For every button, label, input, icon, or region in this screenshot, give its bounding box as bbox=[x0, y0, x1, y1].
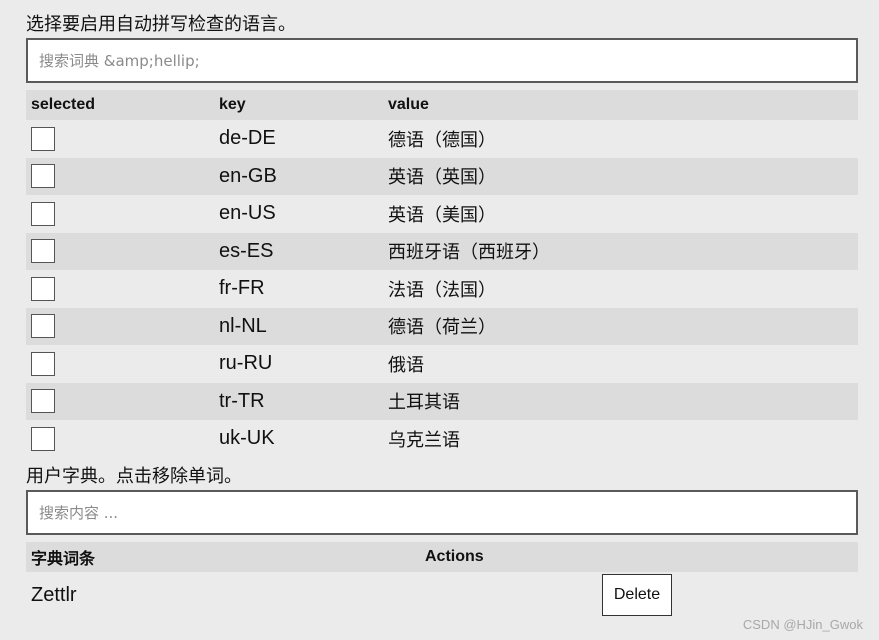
delete-button[interactable]: Delete bbox=[602, 574, 672, 616]
key-cell: fr-FR bbox=[219, 277, 265, 300]
actions-cell: Delete bbox=[420, 572, 858, 618]
dictionary-search-input[interactable] bbox=[28, 492, 856, 533]
languages-section-label: 选择要启用自动拼写检查的语言。 bbox=[26, 14, 296, 35]
table-row: ru-RU 俄语 bbox=[26, 345, 858, 383]
table-row: uk-UK 乌克兰语 bbox=[26, 420, 858, 458]
selected-cell bbox=[26, 345, 214, 383]
column-header-actions[interactable]: Actions bbox=[420, 542, 858, 572]
dictionary-table-header: 字典词条 Actions bbox=[26, 542, 858, 572]
dictionary-section-label: 用户字典。点击移除单词。 bbox=[26, 466, 242, 487]
language-checkbox[interactable] bbox=[31, 276, 55, 301]
table-row: Zettlr Delete bbox=[26, 572, 858, 618]
table-row: en-GB 英语（英国） bbox=[26, 157, 858, 195]
value-cell: 法语（法国） bbox=[388, 279, 496, 301]
key-cell: en-US bbox=[219, 202, 276, 225]
language-checkbox[interactable] bbox=[31, 201, 55, 226]
selected-cell bbox=[26, 232, 214, 270]
value-cell: 德语（德国） bbox=[388, 129, 496, 151]
language-checkbox[interactable] bbox=[31, 239, 55, 264]
selected-cell bbox=[26, 120, 214, 158]
table-row: en-US 英语（美国） bbox=[26, 195, 858, 233]
table-row: tr-TR 土耳其语 bbox=[26, 382, 858, 420]
value-cell: 英语（美国） bbox=[388, 204, 496, 226]
value-cell: 西班牙语（西班牙） bbox=[383, 232, 858, 270]
key-cell: es-ES bbox=[214, 232, 383, 270]
selected-cell bbox=[26, 270, 214, 308]
languages-table-header: selected key value bbox=[26, 90, 858, 120]
value-cell: 德语（荷兰） bbox=[383, 307, 858, 345]
language-search-box bbox=[26, 38, 858, 83]
selected-cell bbox=[26, 195, 214, 233]
language-checkbox[interactable] bbox=[31, 126, 55, 151]
language-checkbox[interactable] bbox=[31, 351, 55, 376]
key-cell: en-GB bbox=[214, 157, 383, 195]
selected-cell bbox=[26, 382, 214, 420]
column-header-key[interactable]: key bbox=[214, 90, 383, 120]
language-checkbox[interactable] bbox=[31, 389, 55, 414]
languages-table: selected key value de-DE 德语（德国） en-GB 英语… bbox=[26, 90, 858, 458]
value-cell: 英语（英国） bbox=[383, 157, 858, 195]
language-checkbox[interactable] bbox=[31, 314, 55, 339]
dictionary-table: 字典词条 Actions Zettlr Delete bbox=[26, 542, 858, 618]
selected-cell bbox=[26, 307, 214, 345]
value-cell: 俄语 bbox=[388, 354, 424, 376]
column-header-word[interactable]: 字典词条 bbox=[26, 542, 420, 572]
language-checkbox[interactable] bbox=[31, 426, 55, 451]
table-row: fr-FR 法语（法国） bbox=[26, 270, 858, 308]
column-header-value[interactable]: value bbox=[383, 90, 858, 120]
key-cell: uk-UK bbox=[219, 427, 275, 450]
dictionary-search-box bbox=[26, 490, 858, 535]
selected-cell bbox=[26, 157, 214, 195]
key-cell: de-DE bbox=[219, 127, 276, 150]
language-checkbox[interactable] bbox=[31, 164, 55, 189]
language-search-input[interactable] bbox=[28, 40, 856, 81]
table-row: de-DE 德语（德国） bbox=[26, 120, 858, 158]
selected-cell bbox=[26, 420, 214, 458]
key-cell: nl-NL bbox=[214, 307, 383, 345]
table-row: es-ES 西班牙语（西班牙） bbox=[26, 232, 858, 270]
column-header-selected[interactable]: selected bbox=[26, 90, 214, 120]
value-cell: 乌克兰语 bbox=[388, 429, 460, 451]
watermark: CSDN @HJin_Gwok bbox=[742, 617, 863, 632]
value-cell: 土耳其语 bbox=[383, 382, 858, 420]
dictionary-word-cell: Zettlr bbox=[31, 583, 77, 606]
key-cell: ru-RU bbox=[219, 352, 273, 375]
table-row: nl-NL 德语（荷兰） bbox=[26, 307, 858, 345]
key-cell: tr-TR bbox=[214, 382, 383, 420]
